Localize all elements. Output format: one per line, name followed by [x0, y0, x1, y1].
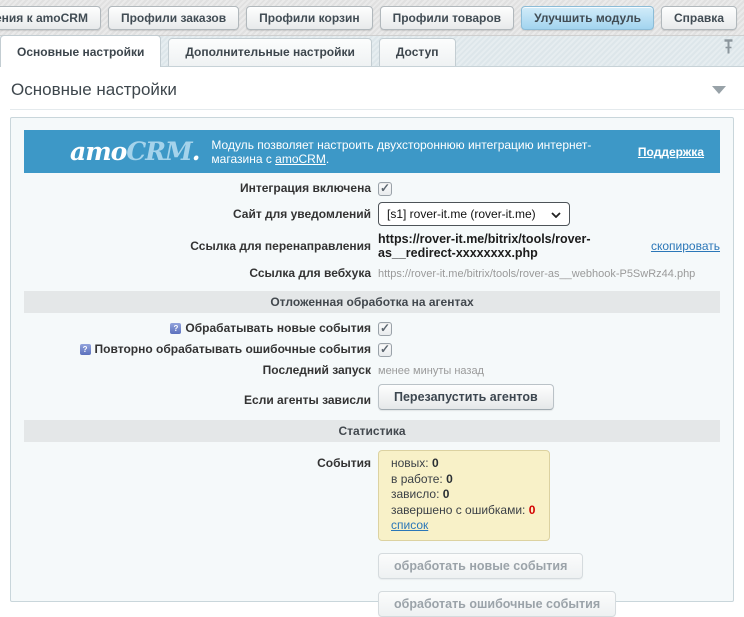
- banner-text-period: .: [326, 152, 329, 166]
- product-profiles-button[interactable]: Профили товаров: [380, 6, 514, 30]
- last-run-row: Последний запуск менее минуты назад: [24, 363, 720, 378]
- tab-additional-settings[interactable]: Дополнительные настройки: [168, 38, 372, 66]
- webhook-url-row: Ссылка для вебхука https://rover-it.me/b…: [24, 266, 720, 281]
- amocrm-link[interactable]: amoCRM: [275, 152, 326, 166]
- events-stats-box: новых: 0 в работе: 0 зависло: 0 завершен…: [378, 450, 550, 541]
- notification-site-row: Сайт для уведомлений [s1] rover-it.me (r…: [24, 202, 720, 226]
- webhook-url-label: Ссылка для вебхука: [24, 266, 371, 281]
- help-button[interactable]: Справка: [661, 6, 737, 30]
- collapse-chevron-down-icon[interactable]: [712, 86, 726, 94]
- events-list-link[interactable]: список: [391, 518, 428, 532]
- process-new-events-checkbox[interactable]: [378, 322, 392, 336]
- tab-main-settings[interactable]: Основные настройки: [0, 35, 161, 67]
- integration-checkbox[interactable]: [378, 182, 392, 196]
- order-profiles-button[interactable]: Профили заказов: [108, 6, 239, 30]
- stat-in-progress-label: в работе:: [391, 472, 443, 486]
- amocrm-logo: amoCRM.: [70, 137, 199, 166]
- last-run-value: менее минуты назад: [378, 365, 484, 377]
- process-new-events-label-text: Обрабатывать новые события: [185, 321, 371, 335]
- chevron-down-icon: [551, 207, 561, 221]
- restart-agents-button[interactable]: Перезапустить агентов: [378, 384, 554, 410]
- banner-text: Модуль позволяет настроить двухстороннюю…: [211, 138, 591, 166]
- pin-icon[interactable]: [723, 39, 734, 57]
- stat-finished-errors-value: 0: [529, 503, 536, 517]
- copy-link[interactable]: скопировать: [651, 239, 720, 253]
- stat-new-label: новых:: [391, 456, 429, 470]
- events-stats-row: События новых: 0 в работе: 0 зависло: 0 …: [24, 450, 720, 541]
- process-error-events-label: ? Повторно обрабатывать ошибочные события: [24, 342, 371, 357]
- process-new-events-button[interactable]: обработать новые события: [378, 553, 583, 579]
- basket-profiles-button[interactable]: Профили корзин: [246, 6, 372, 30]
- help-icon[interactable]: ?: [170, 323, 181, 334]
- page-title: Основные настройки: [11, 80, 177, 100]
- stat-finished-errors-label: завершено с ошибками:: [391, 503, 525, 517]
- redirect-url-label: Ссылка для перенаправления: [24, 239, 371, 254]
- logo-dot-part: .: [192, 137, 200, 166]
- redirect-url-value: https://rover-it.me/bitrix/tools/rover-a…: [378, 232, 645, 260]
- stat-in-progress-value: 0: [446, 472, 453, 486]
- section-heading-row: Основные настройки: [0, 67, 744, 109]
- stat-stuck-value: 0: [443, 487, 450, 501]
- agents-section-header: Отложенная обработка на агентах: [24, 291, 720, 313]
- notification-site-label: Сайт для уведомлений: [24, 207, 371, 222]
- stat-new: новых: 0: [391, 456, 535, 472]
- process-error-events-row: ? Повторно обрабатывать ошибочные события: [24, 342, 720, 357]
- process-new-events-label: ? Обрабатывать новые события: [24, 321, 371, 336]
- stat-stuck: зависло: 0: [391, 487, 535, 503]
- integration-row: Интеграция включена: [24, 181, 720, 196]
- process-error-events-label-text: Повторно обрабатывать ошибочные события: [95, 342, 371, 356]
- webhook-url-value: https://rover-it.me/bitrix/tools/rover-a…: [378, 268, 695, 280]
- restart-agents-label: Если агенты зависли: [24, 387, 371, 408]
- statistics-section-header: Статистика: [24, 420, 720, 442]
- process-error-events-button[interactable]: обработать ошибочные события: [378, 591, 616, 617]
- restart-agents-row: Если агенты зависли Перезапустить агенто…: [24, 384, 720, 410]
- events-label: События: [24, 450, 371, 471]
- process-new-events-row: ? Обрабатывать новые события: [24, 321, 720, 336]
- logo-amo-part: amo: [70, 137, 126, 166]
- stat-new-value: 0: [432, 456, 439, 470]
- settings-panel: amoCRM. Модуль позволяет настроить двухс…: [10, 117, 734, 602]
- help-icon[interactable]: ?: [80, 344, 91, 355]
- process-error-events-checkbox[interactable]: [378, 343, 392, 357]
- top-toolbar: Подключения к amoCRM Профили заказов Про…: [0, 0, 744, 36]
- logo-crm-part: CRM: [126, 137, 191, 166]
- upgrade-module-button[interactable]: Улучшить модуль: [521, 6, 654, 30]
- banner-description: Модуль позволяет настроить двухстороннюю…: [211, 138, 638, 166]
- heading-divider: [10, 109, 744, 110]
- redirect-url-row: Ссылка для перенаправления https://rover…: [24, 232, 720, 260]
- last-run-label: Последний запуск: [24, 363, 371, 378]
- amocrm-connections-button[interactable]: Подключения к amoCRM: [0, 6, 101, 30]
- stat-in-progress: в работе: 0: [391, 472, 535, 488]
- notification-site-select[interactable]: [s1] rover-it.me (rover-it.me): [378, 202, 570, 226]
- notification-site-value: [s1] rover-it.me (rover-it.me): [387, 207, 536, 221]
- integration-label: Интеграция включена: [24, 181, 371, 196]
- support-link[interactable]: Поддержка: [638, 145, 704, 159]
- settings-tab-bar: Основные настройки Дополнительные настро…: [0, 36, 744, 67]
- stat-finished-errors: завершено с ошибками: 0: [391, 503, 535, 519]
- amocrm-banner: amoCRM. Модуль позволяет настроить двухс…: [24, 130, 720, 173]
- stat-stuck-label: зависло:: [391, 487, 439, 501]
- tab-access[interactable]: Доступ: [379, 38, 456, 66]
